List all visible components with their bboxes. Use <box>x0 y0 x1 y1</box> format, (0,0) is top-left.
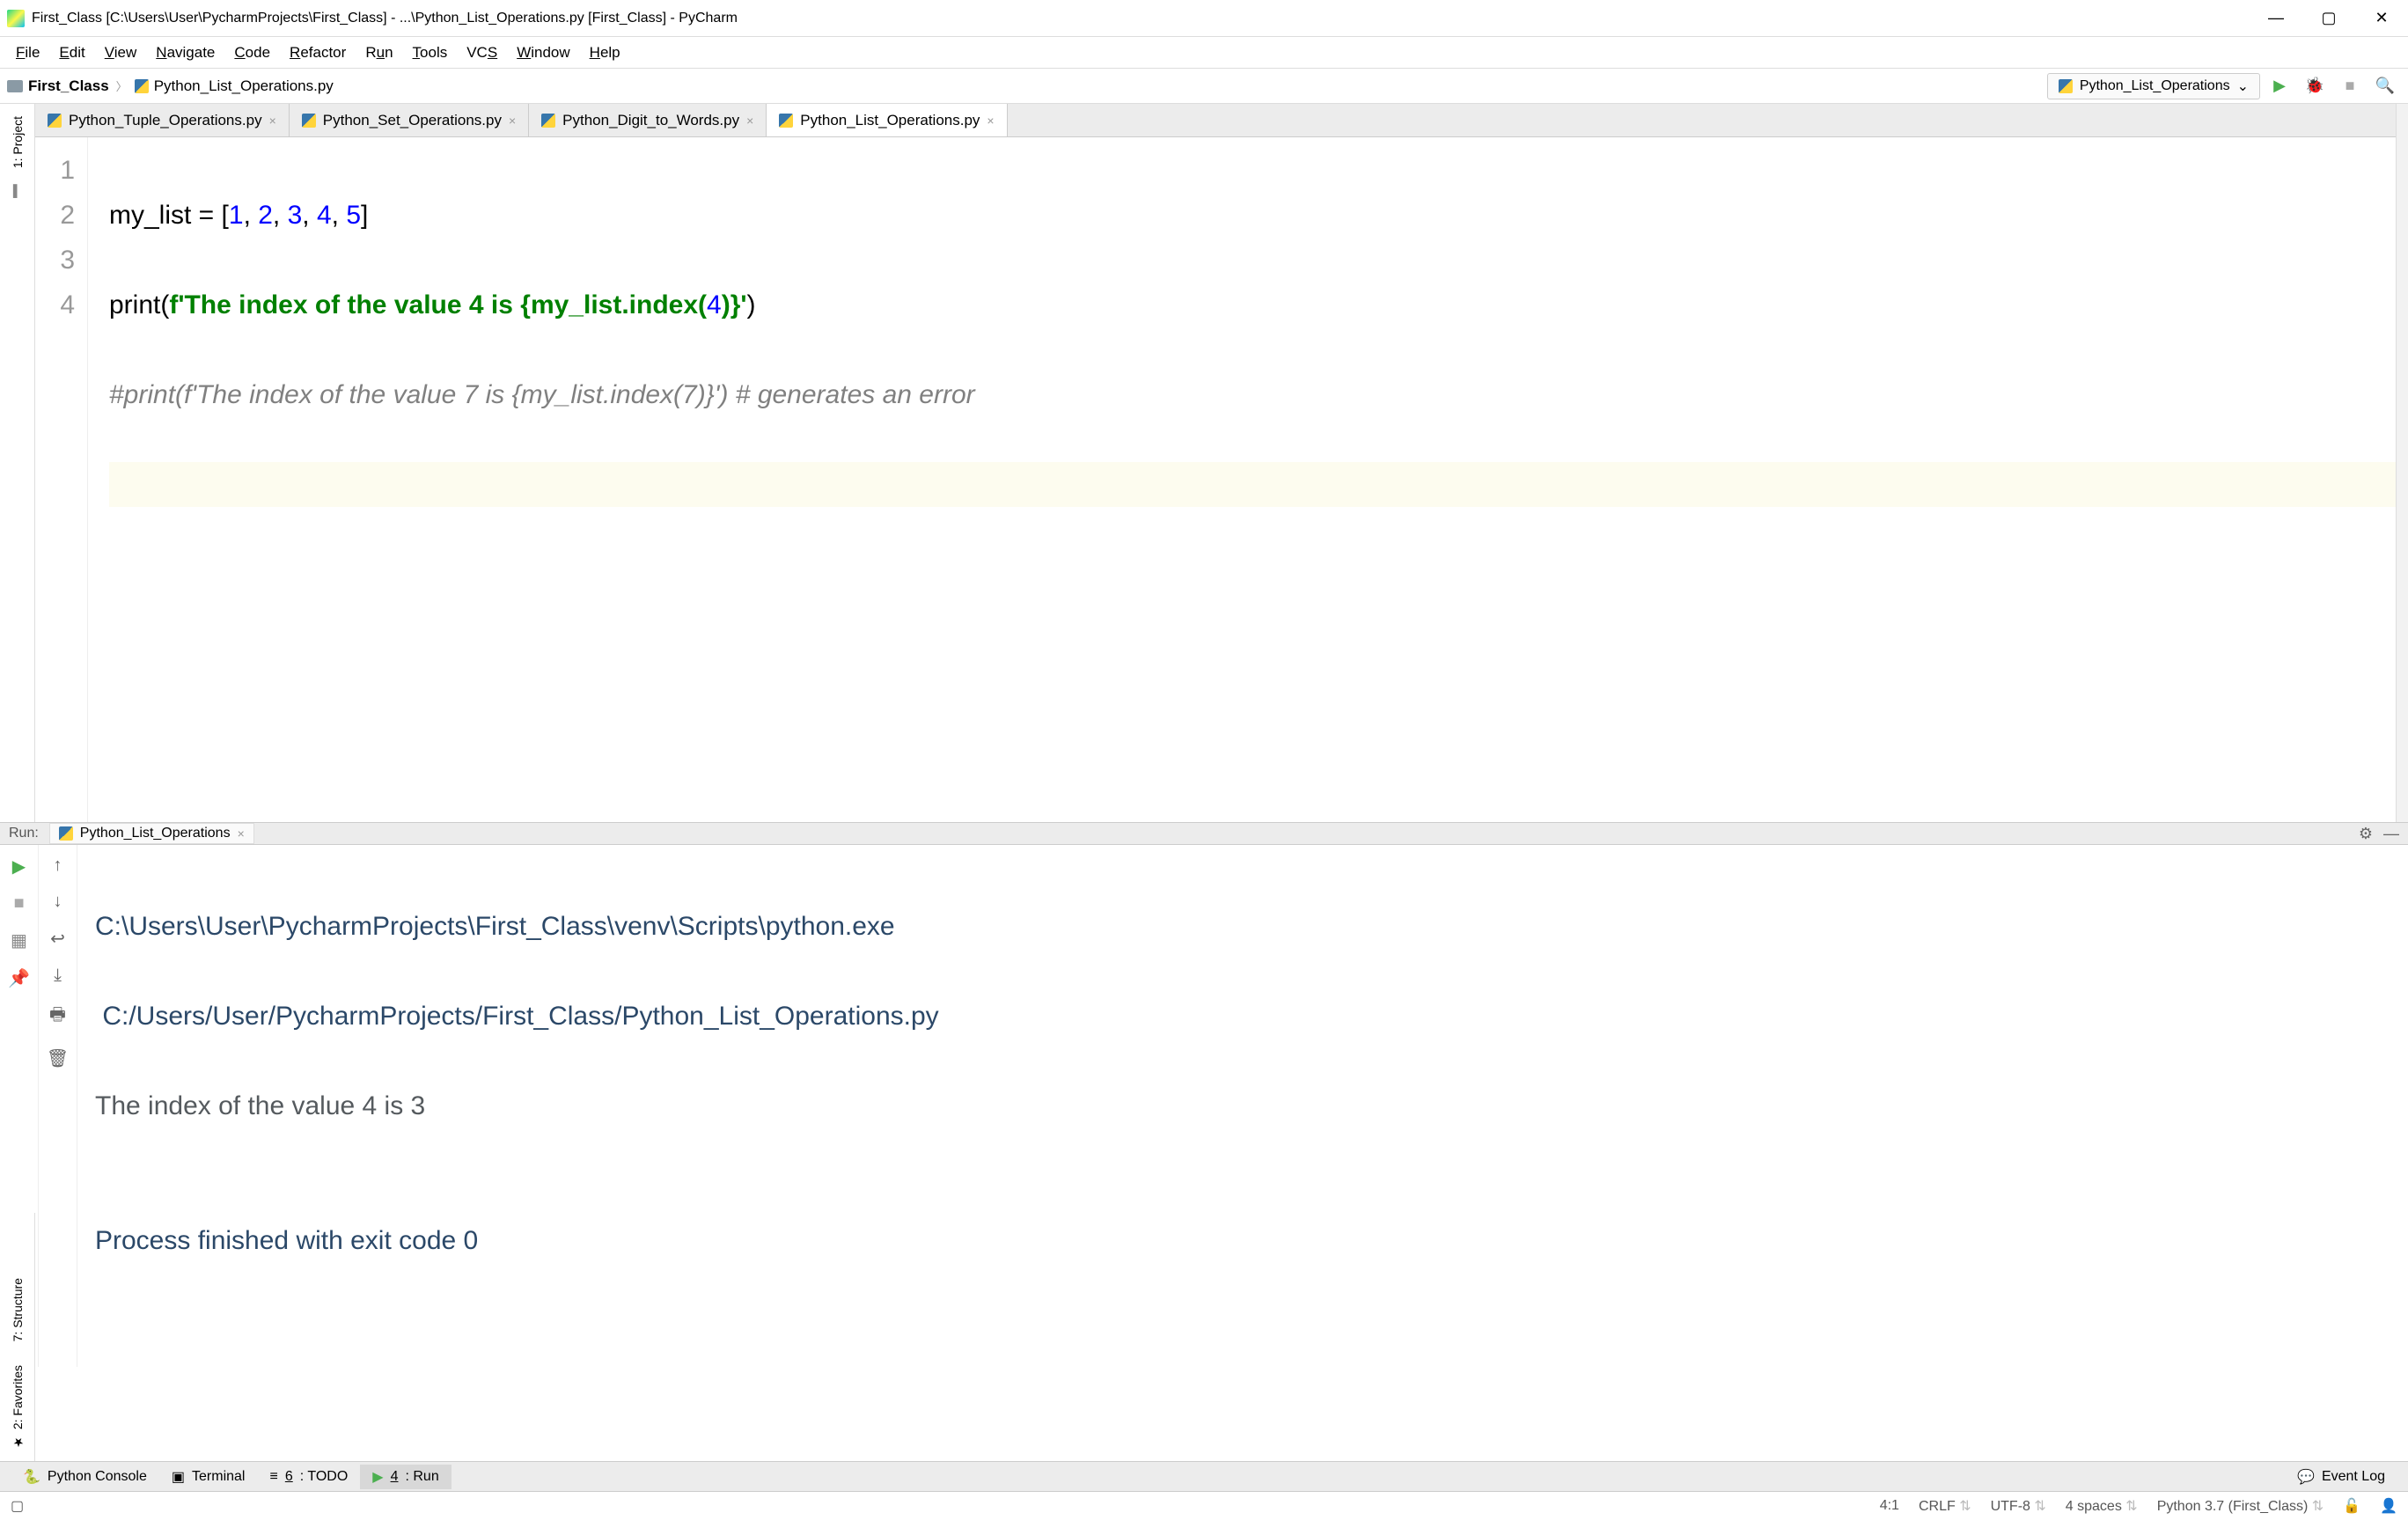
clear-button[interactable]: 🗑 <box>47 1047 69 1069</box>
gear-icon[interactable]: ⚙ <box>2359 825 2373 843</box>
python-icon <box>302 114 316 128</box>
stop-button[interactable]: ■ <box>2334 73 2366 99</box>
python-icon <box>59 826 73 841</box>
menu-run[interactable]: Run <box>356 40 401 65</box>
menu-refactor[interactable]: Refactor <box>281 40 355 65</box>
scroll-end-button[interactable]: ⤓ <box>54 966 62 986</box>
title-bar: First_Class [C:\Users\User\PycharmProjec… <box>0 0 2408 37</box>
python-interpreter[interactable]: Python 3.7 (First_Class) ⇅ <box>2157 1497 2324 1515</box>
structure-tool-tab[interactable]: 7: Structure <box>9 1271 26 1348</box>
caret-position[interactable]: 4:1 <box>1880 1498 1899 1514</box>
run-tool-window: Run: Python_List_Operations× ⚙ — ▶ ■ ▦ 📌… <box>0 822 2408 1213</box>
tab-list-ops[interactable]: Python_List_Operations.py× <box>767 104 1007 136</box>
file-encoding[interactable]: UTF-8 ⇅ <box>1991 1497 2046 1515</box>
bottom-tool-buttons: 🐍 Python Console ▣ Terminal ≡ 6: TODO ▶ … <box>0 1461 2408 1491</box>
menu-navigate[interactable]: Navigate <box>147 40 224 65</box>
python-icon <box>48 114 62 128</box>
stop-button[interactable]: ■ <box>13 893 24 914</box>
indent-info[interactable]: 4 spaces ⇅ <box>2066 1497 2138 1515</box>
python-icon <box>2059 79 2073 93</box>
close-icon[interactable]: × <box>509 114 516 128</box>
python-icon <box>779 114 793 128</box>
close-icon[interactable]: × <box>269 114 276 128</box>
python-icon <box>541 114 555 128</box>
folder-icon <box>7 80 23 92</box>
run-button-tab[interactable]: ▶ 4: Run <box>360 1465 451 1489</box>
debug-button[interactable]: 🐞 <box>2299 73 2331 99</box>
event-log-button[interactable]: 💬 Event Log <box>2285 1465 2397 1489</box>
run-button[interactable]: ▶ <box>2264 73 2295 99</box>
menu-help[interactable]: Help <box>581 40 629 65</box>
run-config-selector[interactable]: Python_List_Operations ⌄ <box>2047 73 2260 99</box>
menu-bar: File Edit View Navigate Code Refactor Ru… <box>0 37 2408 69</box>
up-button[interactable]: ↑ <box>54 856 62 876</box>
hide-icon[interactable]: — <box>2383 825 2399 843</box>
close-icon[interactable]: × <box>238 826 245 841</box>
code-editor[interactable]: 1 2 3 4 my_list = [1, 2, 3, 4, 5] print(… <box>35 137 2396 822</box>
minimize-button[interactable]: — <box>2250 0 2302 37</box>
close-button[interactable]: ✕ <box>2355 0 2408 37</box>
line-separator[interactable]: CRLF ⇅ <box>1919 1497 1971 1515</box>
run-config-name: Python_List_Operations <box>2080 78 2230 94</box>
breadcrumb-file[interactable]: Python_List_Operations.py <box>135 77 334 95</box>
tab-tuple-ops[interactable]: Python_Tuple_Operations.py× <box>35 104 290 136</box>
status-bar: ▢ 4:1 CRLF ⇅ UTF-8 ⇅ 4 spaces ⇅ Python 3… <box>0 1491 2408 1519</box>
menu-tools[interactable]: Tools <box>404 40 457 65</box>
rerun-button[interactable]: ▶ <box>12 856 26 878</box>
left-tool-strip-lower: 7: Structure ★ 2: Favorites <box>0 1213 35 1461</box>
layout-button[interactable]: ▦ <box>11 929 27 951</box>
run-panel-tab[interactable]: Python_List_Operations× <box>49 823 254 844</box>
menu-view[interactable]: View <box>96 40 146 65</box>
status-left-icon[interactable]: ▢ <box>11 1497 24 1515</box>
python-console-button[interactable]: 🐍 Python Console <box>11 1465 159 1489</box>
menu-window[interactable]: Window <box>508 40 578 65</box>
maximize-button[interactable]: ▢ <box>2302 0 2355 37</box>
breadcrumb: First_Class 〉 Python_List_Operations.py <box>7 77 334 95</box>
left-tool-strip: 1: Project ▌ <box>0 104 35 822</box>
tab-set-ops[interactable]: Python_Set_Operations.py× <box>290 104 529 136</box>
inspector-icon[interactable]: 👤 <box>2380 1497 2397 1515</box>
soft-wrap-button[interactable]: ↩ <box>50 928 65 950</box>
editor-right-gutter <box>2396 104 2408 822</box>
navigation-bar: First_Class 〉 Python_List_Operations.py … <box>0 69 2408 104</box>
print-button[interactable]: 🖶 <box>49 1002 66 1032</box>
breadcrumb-project[interactable]: First_Class <box>7 77 109 95</box>
pin-button[interactable]: 📌 <box>8 967 30 989</box>
chevron-right-icon: 〉 <box>116 77 128 94</box>
run-panel-label: Run: <box>9 826 39 841</box>
chevron-down-icon: ⌄ <box>2237 77 2249 95</box>
python-icon <box>135 79 149 93</box>
line-gutter: 1 2 3 4 <box>35 137 88 822</box>
down-button[interactable]: ↓ <box>54 892 62 912</box>
editor-tabs: Python_Tuple_Operations.py× Python_Set_O… <box>35 104 2396 137</box>
favorites-tool-tab[interactable]: ★ 2: Favorites <box>9 1358 26 1456</box>
collapse-icon[interactable]: ▌ <box>13 184 21 197</box>
todo-button[interactable]: ≡ 6: TODO <box>257 1465 360 1488</box>
search-everywhere-button[interactable]: 🔍 <box>2369 73 2401 99</box>
app-icon <box>7 10 25 27</box>
close-icon[interactable]: × <box>987 114 994 128</box>
terminal-button[interactable]: ▣ Terminal <box>159 1465 258 1489</box>
menu-code[interactable]: Code <box>225 40 279 65</box>
menu-vcs[interactable]: VCS <box>458 40 506 65</box>
tab-digit-words[interactable]: Python_Digit_to_Words.py× <box>529 104 767 136</box>
menu-file[interactable]: File <box>7 40 48 65</box>
lock-icon[interactable]: 🔓 <box>2343 1497 2360 1515</box>
project-tool-tab[interactable]: 1: Project <box>9 109 26 175</box>
close-icon[interactable]: × <box>746 114 753 128</box>
menu-edit[interactable]: Edit <box>50 40 93 65</box>
window-title: First_Class [C:\Users\User\PycharmProjec… <box>32 11 738 26</box>
